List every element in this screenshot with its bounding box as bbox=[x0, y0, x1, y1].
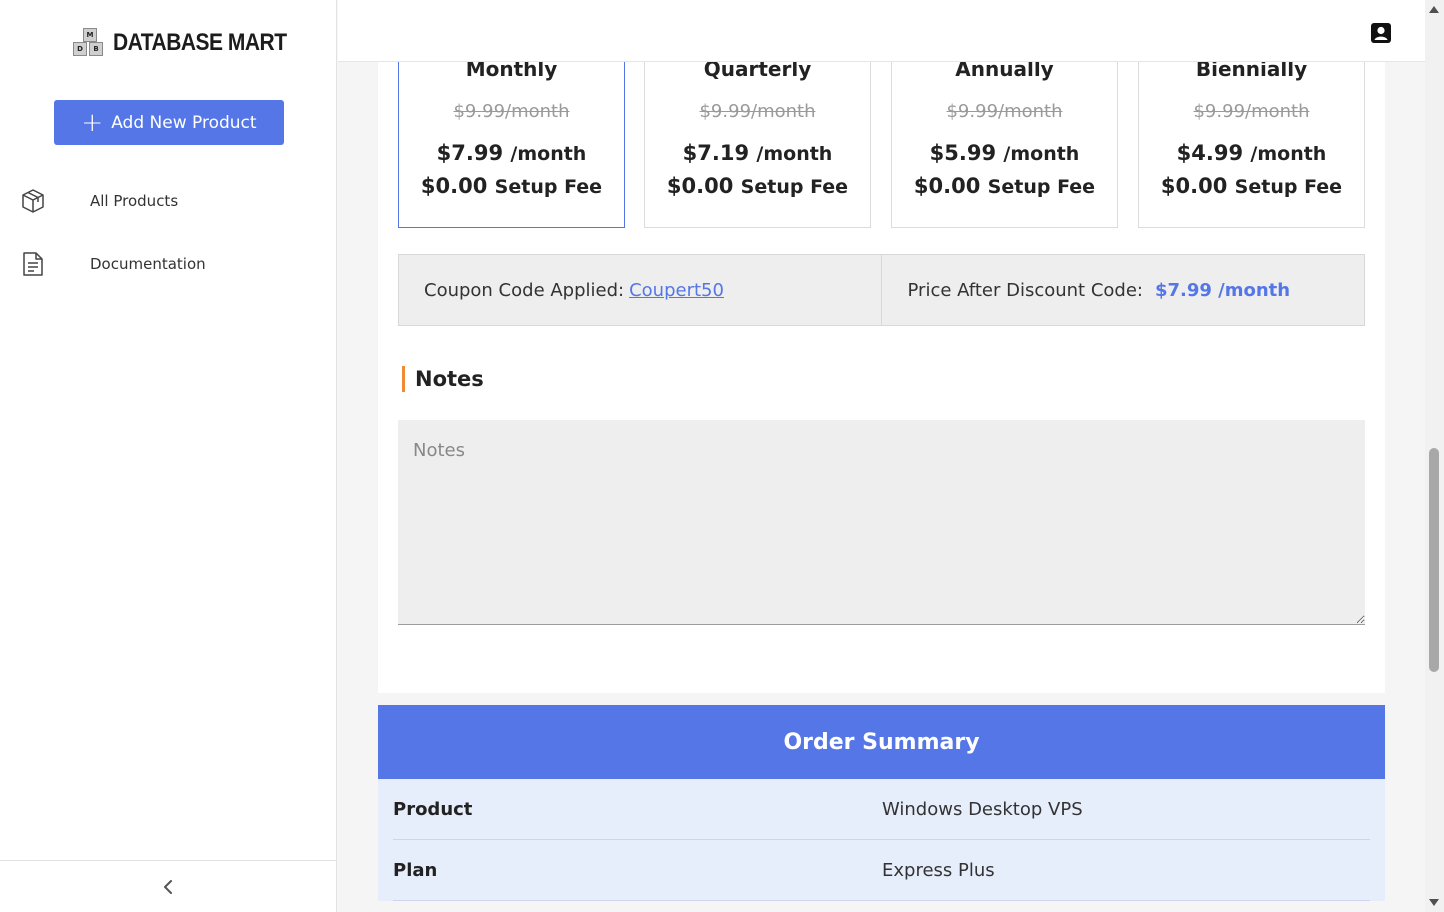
coupon-code-link[interactable]: Coupert50 bbox=[629, 280, 724, 301]
billing-cycle-old-price: $9.99/month bbox=[946, 101, 1063, 122]
scroll-down-arrow-icon[interactable] bbox=[1429, 899, 1439, 906]
discount-price: Price After Discount Code: $7.99 /month bbox=[882, 255, 1365, 325]
coupon-bar: Coupon Code Applied: Coupert50 Price Aft… bbox=[398, 254, 1365, 326]
notes-textarea[interactable] bbox=[398, 420, 1365, 625]
billing-cycle-name: Monthly bbox=[465, 62, 558, 81]
sidebar-item-all-products[interactable]: All Products bbox=[0, 181, 336, 221]
billing-cycle-setup-fee: $0.00 Setup Fee bbox=[666, 174, 849, 198]
discount-price-value: $7.99 /month bbox=[1154, 279, 1291, 301]
billing-cycle-old-price: $9.99/month bbox=[453, 101, 570, 122]
sidebar: M D B DATABASE MART + Add New Product Al… bbox=[0, 0, 337, 912]
table-row: Plan Express Plus bbox=[393, 840, 1370, 901]
billing-cycle-price: $4.99 /month bbox=[1176, 141, 1327, 165]
summary-value: Express Plus bbox=[882, 859, 995, 881]
billing-cycle-price: $7.99 /month bbox=[436, 141, 587, 165]
main-content: Monthly $9.99/month $7.99 /month $0.00 S… bbox=[338, 62, 1425, 912]
coupon-label: Coupon Code Applied: bbox=[424, 279, 625, 301]
scrollbar-thumb[interactable] bbox=[1429, 448, 1439, 672]
product-config-card: Monthly $9.99/month $7.99 /month $0.00 S… bbox=[378, 62, 1385, 693]
order-summary-table: Product Windows Desktop VPS Plan Express… bbox=[378, 779, 1385, 901]
document-icon bbox=[23, 252, 43, 276]
coupon-applied: Coupon Code Applied: Coupert50 bbox=[399, 255, 882, 325]
notes-heading: Notes bbox=[402, 366, 484, 392]
billing-cycle-biennially[interactable]: Biennially $9.99/month $4.99 /month $0.0… bbox=[1138, 62, 1365, 228]
sidebar-item-label: Documentation bbox=[90, 255, 206, 273]
add-new-product-button[interactable]: + Add New Product bbox=[54, 100, 284, 145]
billing-cycle-old-price: $9.99/month bbox=[699, 101, 816, 122]
table-row: Product Windows Desktop VPS bbox=[393, 779, 1370, 840]
billing-cycle-name: Biennially bbox=[1195, 62, 1308, 81]
summary-key: Plan bbox=[393, 859, 438, 881]
summary-key: Product bbox=[393, 798, 473, 820]
discount-label: Price After Discount Code: bbox=[907, 279, 1143, 301]
logo[interactable]: M D B DATABASE MART bbox=[70, 24, 287, 62]
order-summary: Order Summary Product Windows Desktop VP… bbox=[378, 705, 1385, 901]
scroll-up-arrow-icon[interactable] bbox=[1429, 6, 1439, 13]
summary-value: Windows Desktop VPS bbox=[882, 798, 1083, 820]
billing-cycle-setup-fee: $0.00 Setup Fee bbox=[1160, 174, 1343, 198]
billing-cycle-annually[interactable]: Annually $9.99/month $5.99 /month $0.00 … bbox=[891, 62, 1118, 228]
billing-cycle-quarterly[interactable]: Quarterly $9.99/month $7.19 /month $0.00… bbox=[644, 62, 871, 228]
user-account-icon[interactable] bbox=[1371, 23, 1391, 43]
billing-cycle-setup-fee: $0.00 Setup Fee bbox=[913, 174, 1096, 198]
billing-cycle-setup-fee: $0.00 Setup Fee bbox=[420, 174, 603, 198]
billing-cycle-price: $5.99 /month bbox=[929, 141, 1080, 165]
sidebar-item-documentation[interactable]: Documentation bbox=[0, 244, 336, 284]
order-summary-title: Order Summary bbox=[378, 705, 1385, 779]
billing-cycle-name: Quarterly bbox=[703, 62, 812, 81]
billing-cycle-name: Annually bbox=[955, 62, 1054, 81]
billing-cycle-monthly[interactable]: Monthly $9.99/month $7.99 /month $0.00 S… bbox=[398, 62, 625, 228]
billing-cycle-price: $7.19 /month bbox=[682, 141, 833, 165]
plus-icon: + bbox=[81, 107, 104, 138]
sidebar-collapse-bar bbox=[0, 860, 336, 912]
add-new-product-label: Add New Product bbox=[111, 112, 257, 133]
sidebar-item-label: All Products bbox=[90, 192, 179, 210]
page-scrollbar[interactable] bbox=[1425, 0, 1444, 912]
cube-icon bbox=[22, 189, 44, 213]
top-bar bbox=[338, 0, 1425, 62]
chevron-left-icon[interactable] bbox=[161, 879, 175, 895]
logo-cubes-icon: M D B bbox=[70, 25, 110, 61]
logo-text: DATABASE MART bbox=[113, 29, 287, 56]
billing-cycle-old-price: $9.99/month bbox=[1193, 101, 1310, 122]
